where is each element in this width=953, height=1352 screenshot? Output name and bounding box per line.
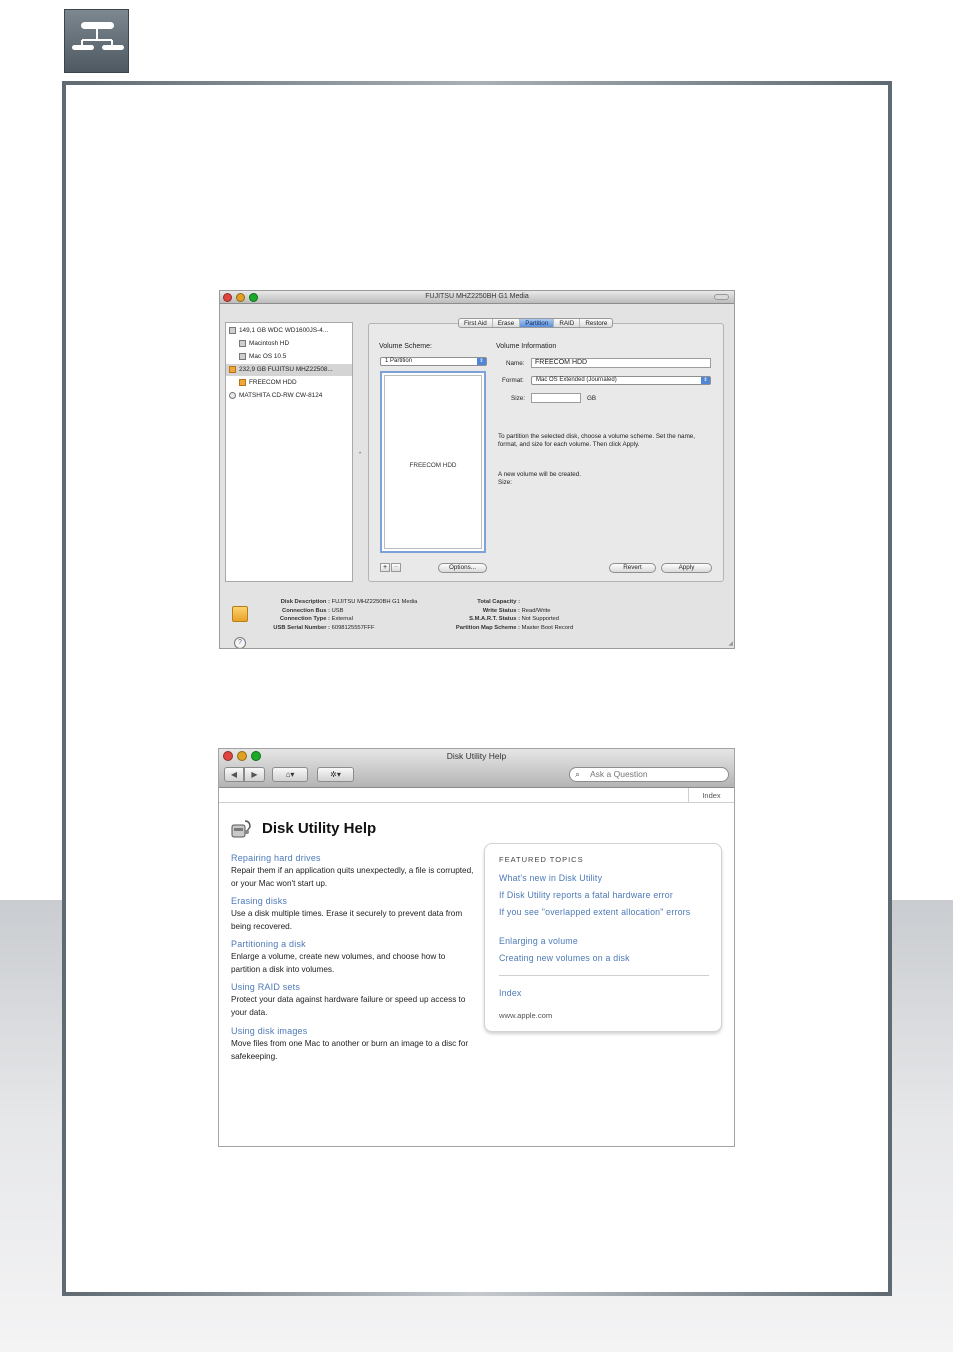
remove-partition-button[interactable]: − xyxy=(391,563,401,572)
new-volume-size: Size: xyxy=(498,479,512,486)
forward-button[interactable]: ▶ xyxy=(244,767,265,782)
disk-info-bar: ? Disk Description : FUJITSU MHZ2250BH G… xyxy=(220,590,734,648)
volume-icon xyxy=(239,352,246,360)
tab-partition[interactable]: Partition xyxy=(520,319,555,327)
volume-name-field[interactable]: FREECOM HDD xyxy=(531,358,711,368)
size-unit-label: GB xyxy=(587,395,597,402)
featured-topics-heading: FEATURED TOPICS xyxy=(499,855,584,864)
device-sidebar: 149,1 GB WDC WD1600JS-4... Macintosh HD … xyxy=(225,322,353,582)
sidebar-item-fujitsu-disk[interactable]: 232,9 GB FUJITSU MHZ22508... xyxy=(226,364,352,376)
sidebar-item-wdc-disk[interactable]: 149,1 GB WDC WD1600JS-4... xyxy=(229,325,328,337)
featured-link-overlapped-extent[interactable]: If you see "overlapped extent allocation… xyxy=(499,906,714,919)
action-menu-button[interactable]: ✲▾ xyxy=(317,767,354,782)
resize-grip-icon[interactable]: ◢ xyxy=(728,640,733,647)
topic-erasing: Erasing disks Use a disk multiple times.… xyxy=(231,895,475,933)
topic-disk-images: Using disk images Move files from one Ma… xyxy=(231,1025,475,1063)
featured-topics-box: FEATURED TOPICS What's new in Disk Utili… xyxy=(484,843,722,1032)
topic-desc-repairing: Repair them if an application quits unex… xyxy=(231,866,474,888)
sidebar-item-freecom-hdd[interactable]: FREECOM HDD xyxy=(239,377,297,389)
popup-arrows-icon: ⇕ xyxy=(701,377,710,384)
tab-bar: First Aid Erase Partition RAID Restore xyxy=(458,318,614,328)
popup-arrows-icon: ⇕ xyxy=(477,358,486,365)
disk-details-right: Total Capacity : Write Status : Read/Wri… xyxy=(455,599,574,631)
search-placeholder: Ask a Question xyxy=(590,769,648,779)
du-window-title: FUJITSU MHZ2250BH G1 Media xyxy=(425,293,529,300)
external-disk-icon xyxy=(232,606,248,622)
frame-bottom-border xyxy=(66,1292,888,1296)
help-viewer-window: Disk Utility Help ◀ ▶ ⌂▾ ✲▾ ⌕ Ask a Ques… xyxy=(218,748,735,1147)
toolbar-toggle-button[interactable] xyxy=(714,294,729,300)
hard-disk-icon xyxy=(229,326,236,334)
sidebar-item-macintosh-hd[interactable]: Macintosh HD xyxy=(239,338,289,350)
topic-desc-partitioning: Enlarge a volume, create new volumes, an… xyxy=(231,952,446,974)
featured-divider xyxy=(499,975,709,976)
featured-link-enlarging-volume[interactable]: Enlarging a volume xyxy=(499,935,714,948)
apply-button[interactable]: Apply xyxy=(661,563,712,573)
featured-link-whats-new[interactable]: What's new in Disk Utility xyxy=(499,872,714,885)
gear-icon: ✲▾ xyxy=(330,770,341,779)
volume-map[interactable]: FREECOM HDD xyxy=(380,371,486,553)
options-button[interactable]: Options... xyxy=(438,563,487,573)
search-icon: ⌕ xyxy=(575,769,581,779)
volume-size-field[interactable] xyxy=(531,393,581,403)
split-divider-handle[interactable]: • xyxy=(359,451,361,457)
topic-link-disk-images[interactable]: Using disk images xyxy=(231,1025,475,1038)
help-window-title: Disk Utility Help xyxy=(446,751,507,761)
back-arrow-icon: ◀ xyxy=(230,770,238,779)
tab-restore[interactable]: Restore xyxy=(580,319,612,327)
topic-partitioning: Partitioning a disk Enlarge a volume, cr… xyxy=(231,938,475,976)
apple-website-link[interactable]: www.apple.com xyxy=(499,1011,552,1020)
topic-desc-raid: Protect your data against hardware failu… xyxy=(231,995,466,1017)
network-logo-icon xyxy=(64,9,129,73)
featured-link-index[interactable]: Index xyxy=(499,987,714,1000)
help-heading: Disk Utility Help xyxy=(262,820,377,837)
topic-link-repairing[interactable]: Repairing hard drives xyxy=(231,852,475,865)
volume-scheme-label: Volume Scheme: xyxy=(379,343,432,350)
index-tab[interactable]: Index xyxy=(688,788,734,803)
external-volume-icon xyxy=(239,378,246,386)
volume-icon xyxy=(239,339,246,347)
disk-utility-window: FUJITSU MHZ2250BH G1 Media 149,1 GB WDC … xyxy=(219,290,735,649)
add-partition-button[interactable]: + xyxy=(380,563,390,572)
tab-raid[interactable]: RAID xyxy=(554,319,581,327)
back-button[interactable]: ◀ xyxy=(224,767,244,782)
external-disk-icon xyxy=(229,365,236,373)
format-popup[interactable]: Mac OS Extended (Journaled) ⇕ xyxy=(531,376,711,385)
topic-link-erasing[interactable]: Erasing disks xyxy=(231,895,475,908)
home-button[interactable]: ⌂▾ xyxy=(272,767,308,782)
sidebar-item-mac-os[interactable]: Mac OS 10.5 xyxy=(239,351,286,363)
tab-erase[interactable]: Erase xyxy=(493,319,521,327)
size-label: Size: xyxy=(511,395,525,402)
featured-link-creating-volumes[interactable]: Creating new volumes on a disk xyxy=(499,952,714,965)
partition-instructions: To partition the selected disk, choose a… xyxy=(498,433,696,449)
disk-details-left: Disk Description : FUJITSU MHZ2250BH G1 … xyxy=(273,599,418,631)
index-bar: Index xyxy=(219,788,734,803)
tab-first-aid[interactable]: First Aid xyxy=(459,319,493,327)
du-titlebar: FUJITSU MHZ2250BH G1 Media xyxy=(220,291,734,304)
revert-button[interactable]: Revert xyxy=(609,563,656,573)
topic-desc-erasing: Use a disk multiple times. Erase it secu… xyxy=(231,909,463,931)
name-label: Name: xyxy=(506,360,525,367)
frame-top-border xyxy=(66,81,888,85)
topic-link-raid[interactable]: Using RAID sets xyxy=(231,981,475,994)
disk-utility-help-icon xyxy=(231,820,251,838)
volume-map-label: FREECOM HDD xyxy=(409,462,457,469)
format-label: Format: xyxy=(502,377,524,384)
search-field[interactable]: ⌕ Ask a Question xyxy=(569,767,729,782)
topic-desc-disk-images: Move files from one Mac to another or bu… xyxy=(231,1039,469,1061)
topic-link-partitioning[interactable]: Partitioning a disk xyxy=(231,938,475,951)
help-button[interactable]: ? xyxy=(234,637,246,648)
volume-partition-box[interactable]: FREECOM HDD xyxy=(384,375,482,549)
forward-arrow-icon: ▶ xyxy=(251,770,258,779)
volume-information-label: Volume Information xyxy=(496,343,557,350)
optical-drive-icon xyxy=(229,391,236,399)
topic-raid: Using RAID sets Protect your data agains… xyxy=(231,981,475,1019)
home-icon: ⌂▾ xyxy=(285,770,295,779)
volume-scheme-popup[interactable]: 1 Partition ⇕ xyxy=(380,357,487,366)
help-titlebar: Disk Utility Help ◀ ▶ ⌂▾ ✲▾ ⌕ Ask a Ques… xyxy=(219,749,734,788)
featured-link-fatal-error[interactable]: If Disk Utility reports a fatal hardware… xyxy=(499,889,714,902)
sidebar-item-cd-drive[interactable]: MATSHITA CD-RW CW-8124 xyxy=(229,390,322,402)
topic-repairing: Repairing hard drives Repair them if an … xyxy=(231,852,475,890)
